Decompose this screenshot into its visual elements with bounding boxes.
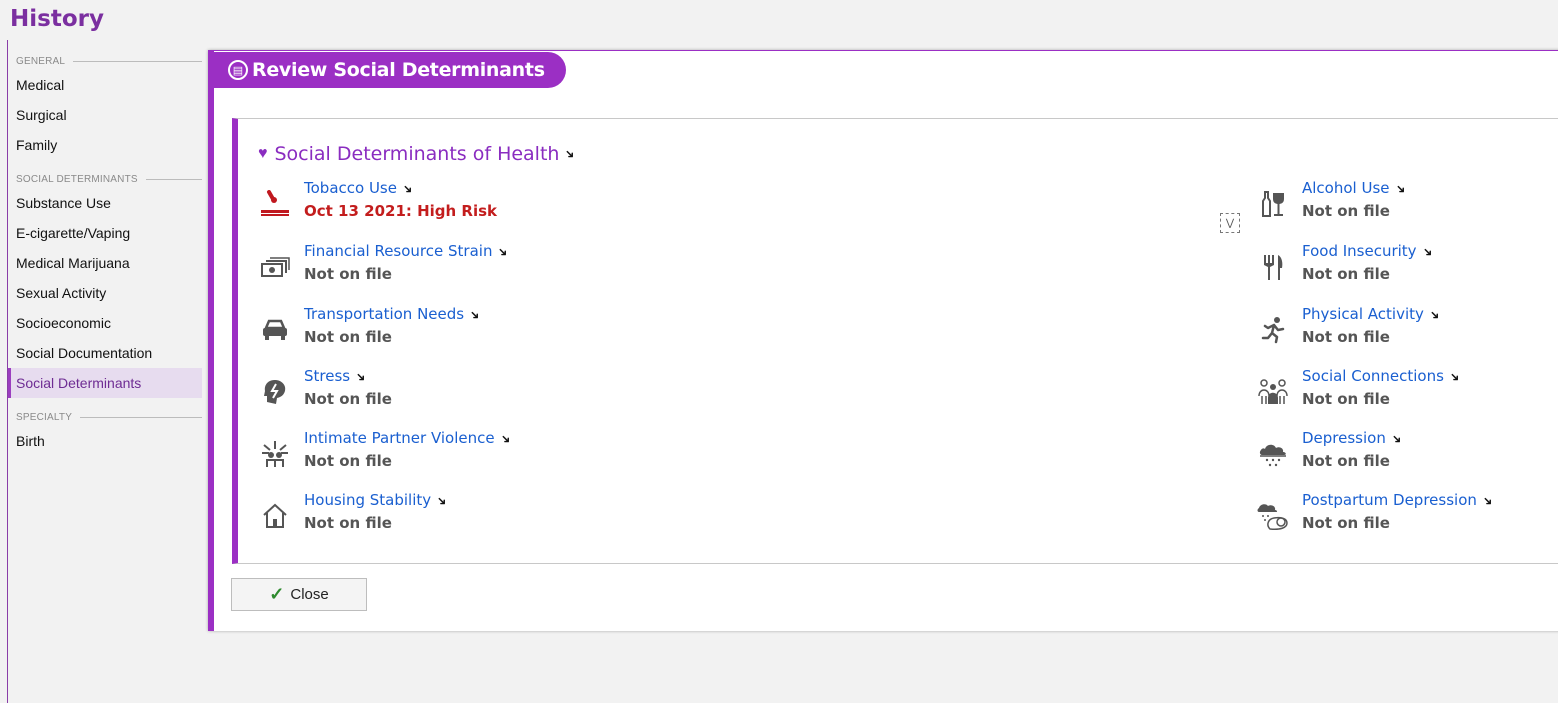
sdoh-item-food-insecurity: Food Insecurity ➜ Not on file bbox=[1256, 242, 1558, 300]
sdoh-label[interactable]: Transportation Needs ➜ bbox=[304, 305, 484, 324]
sdoh-value: Not on file bbox=[1302, 265, 1390, 283]
page-title: History bbox=[10, 6, 104, 32]
sdoh-label[interactable]: Stress ➜ bbox=[304, 367, 370, 386]
car-icon bbox=[258, 315, 292, 345]
sdoh-item-stress: Stress ➜ Not on file bbox=[258, 367, 618, 425]
sdoh-item-transportation-needs: Transportation Needs ➜ Not on file bbox=[258, 305, 618, 363]
dialog-header: ▤ Review Social Determinants bbox=[214, 52, 566, 88]
external-link-icon[interactable]: ➜ bbox=[353, 368, 370, 385]
sdoh-label[interactable]: Postpartum Depression ➜ bbox=[1302, 491, 1496, 510]
sdoh-label[interactable]: Food Insecurity ➜ bbox=[1302, 242, 1436, 261]
sdoh-item-housing-stability: Housing Stability ➜ Not on file bbox=[258, 491, 618, 549]
nav-section-general: General bbox=[16, 52, 202, 70]
sdoh-label[interactable]: Physical Activity ➜ bbox=[1302, 305, 1443, 324]
external-link-icon[interactable]: ➜ bbox=[1446, 368, 1463, 385]
external-link-icon[interactable]: ➜ bbox=[1426, 306, 1443, 323]
dialog-title: Review Social Determinants bbox=[252, 59, 545, 81]
sdoh-value: Not on file bbox=[1302, 452, 1390, 470]
sdoh-item-alcohol-use: Alcohol Use ➜ Not on file bbox=[1256, 179, 1558, 237]
money-icon bbox=[258, 252, 292, 282]
sdoh-value: Not on file bbox=[304, 514, 392, 532]
external-link-icon[interactable]: ➜ bbox=[399, 180, 416, 197]
nav-section-social-determinants: Social Determinants bbox=[16, 170, 202, 188]
sdoh-value: Not on file bbox=[304, 390, 392, 408]
sdoh-value: Not on file bbox=[1302, 328, 1390, 346]
external-link-icon[interactable]: ➜ bbox=[1419, 243, 1436, 260]
sdoh-item-tobacco-use: Tobacco Use ➜ Oct 13 2021: High Risk bbox=[258, 179, 618, 237]
running-person-icon bbox=[1256, 315, 1290, 345]
sdoh-value: Not on file bbox=[304, 328, 392, 346]
expand-collapse-button[interactable]: ⋁ bbox=[1220, 213, 1240, 233]
sdoh-label[interactable]: Tobacco Use ➜ bbox=[304, 179, 417, 198]
sdoh-value: Not on file bbox=[304, 265, 392, 283]
cloud-baby-icon bbox=[1256, 501, 1290, 531]
sdoh-value: Not on file bbox=[1302, 202, 1390, 220]
sdoh-value: Not on file bbox=[1302, 390, 1390, 408]
sdoh-value: Oct 13 2021: High Risk bbox=[304, 202, 498, 220]
external-link-icon[interactable]: ➜ bbox=[1479, 492, 1496, 509]
sdoh-item-social-connections: Social Connections ➜ Not on file bbox=[1256, 367, 1558, 425]
sdoh-label[interactable]: Housing Stability ➜ bbox=[304, 491, 451, 510]
history-sidebar: General Medical Surgical Family Social D… bbox=[8, 52, 202, 456]
nav-section-specialty: Specialty bbox=[16, 408, 202, 426]
external-link-icon[interactable]: ➜ bbox=[562, 145, 579, 162]
external-link-icon[interactable]: ➜ bbox=[434, 492, 451, 509]
nav-item-sexual-activity[interactable]: Sexual Activity bbox=[8, 278, 202, 308]
rain-cloud-icon bbox=[1256, 439, 1290, 469]
fork-knife-icon bbox=[1256, 252, 1290, 282]
panel-header: ♥ Social Determinants of Health ➜ bbox=[258, 143, 579, 165]
sdoh-item-postpartum-depression: Postpartum Depression ➜ Not on file bbox=[1256, 491, 1558, 549]
sdoh-label[interactable]: Intimate Partner Violence ➜ bbox=[304, 429, 514, 448]
panel-title[interactable]: Social Determinants of Health bbox=[275, 143, 560, 165]
violence-icon bbox=[258, 439, 292, 469]
checkmark-icon: ✓ bbox=[269, 584, 285, 604]
nav-item-substance-use[interactable]: Substance Use bbox=[8, 188, 202, 218]
sdoh-value: Not on file bbox=[304, 452, 392, 470]
sdoh-item-depression: Depression ➜ Not on file bbox=[1256, 429, 1558, 487]
sdoh-label[interactable]: Social Connections ➜ bbox=[1302, 367, 1463, 386]
nav-item-medical-marijuana[interactable]: Medical Marijuana bbox=[8, 248, 202, 278]
nav-item-family[interactable]: Family bbox=[8, 130, 202, 160]
external-link-icon[interactable]: ➜ bbox=[497, 430, 514, 447]
external-link-icon[interactable]: ➜ bbox=[1388, 430, 1405, 447]
nav-item-surgical[interactable]: Surgical bbox=[8, 100, 202, 130]
sdoh-panel: ♥ Social Determinants of Health ➜ Tobacc… bbox=[232, 118, 1558, 564]
external-link-icon[interactable]: ➜ bbox=[495, 243, 512, 260]
sdoh-label[interactable]: Depression ➜ bbox=[1302, 429, 1405, 448]
nav-item-e-cigarette-vaping[interactable]: E-cigarette/Vaping bbox=[8, 218, 202, 248]
cigarette-icon bbox=[258, 189, 292, 219]
heart-icon: ♥ bbox=[258, 145, 268, 162]
external-link-icon[interactable]: ➜ bbox=[1392, 180, 1409, 197]
sdoh-value: Not on file bbox=[1302, 514, 1390, 532]
stress-head-icon bbox=[258, 377, 292, 407]
nav-item-social-documentation[interactable]: Social Documentation bbox=[8, 338, 202, 368]
bottle-glass-icon bbox=[1256, 189, 1290, 219]
nav-item-birth[interactable]: Birth bbox=[8, 426, 202, 456]
nav-item-medical[interactable]: Medical bbox=[8, 70, 202, 100]
house-icon bbox=[258, 501, 292, 531]
close-button[interactable]: ✓ Close bbox=[231, 578, 367, 611]
external-link-icon[interactable]: ➜ bbox=[467, 306, 484, 323]
people-group-icon bbox=[1256, 377, 1290, 407]
sdoh-item-financial-resource-strain: Financial Resource Strain ➜ Not on file bbox=[258, 242, 618, 300]
sdoh-item-physical-activity: Physical Activity ➜ Not on file bbox=[1256, 305, 1558, 363]
document-icon: ▤ bbox=[228, 60, 248, 80]
sdoh-label[interactable]: Alcohol Use ➜ bbox=[1302, 179, 1409, 198]
review-social-determinants-dialog: ▤ Review Social Determinants ♥ Social De… bbox=[208, 50, 1558, 631]
nav-item-social-determinants[interactable]: Social Determinants bbox=[8, 368, 202, 398]
sdoh-label[interactable]: Financial Resource Strain ➜ bbox=[304, 242, 512, 261]
nav-item-socioeconomic[interactable]: Socioeconomic bbox=[8, 308, 202, 338]
sdoh-item-intimate-partner-violence: Intimate Partner Violence ➜ Not on file bbox=[258, 429, 618, 487]
